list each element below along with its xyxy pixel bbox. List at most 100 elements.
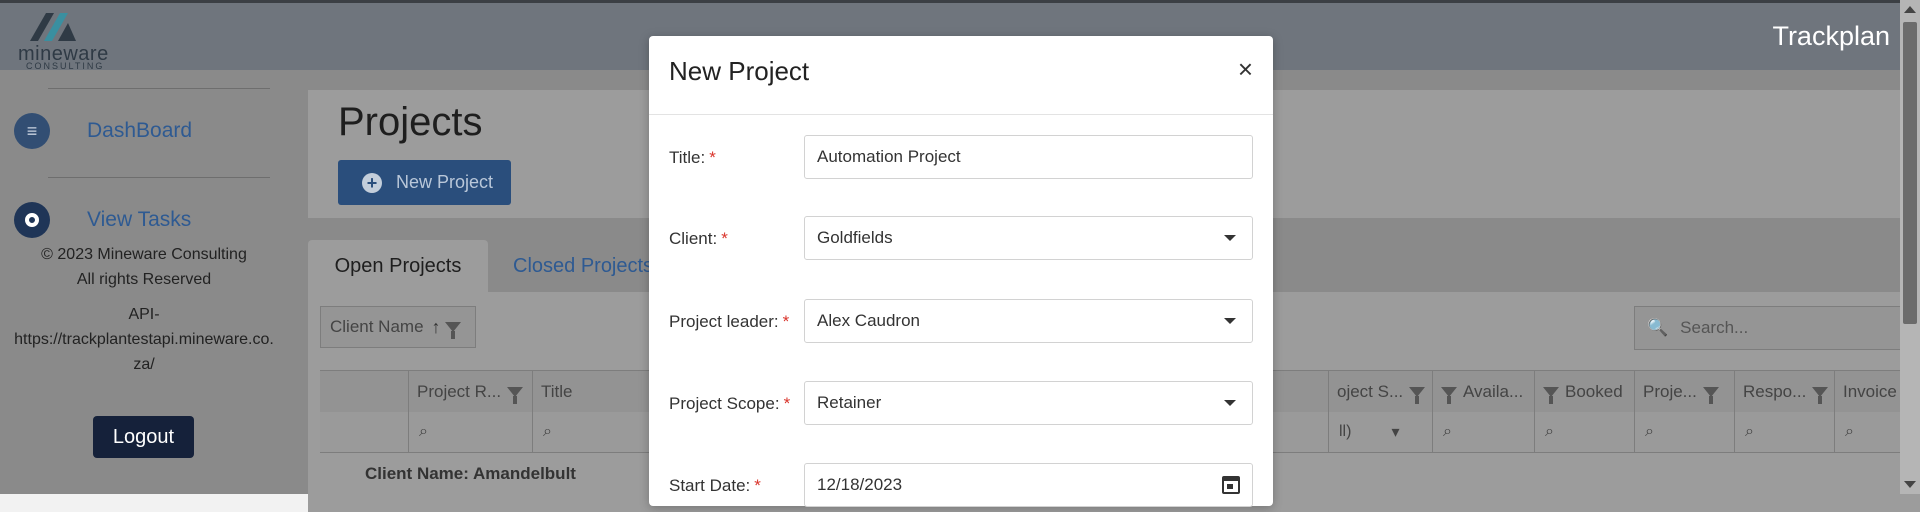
field-value: Automation Project	[817, 147, 961, 166]
page-title: Projects	[338, 100, 483, 144]
field-value: Goldfields	[817, 228, 893, 247]
column-header[interactable]: oject S...	[1328, 371, 1432, 413]
sidebar-item-dashboard[interactable]: ≡ DashBoard	[14, 111, 192, 151]
filter-icon[interactable]	[1543, 387, 1559, 404]
filter-icon[interactable]	[1812, 387, 1829, 404]
client-select[interactable]: Goldfields	[804, 216, 1253, 260]
filter-cell[interactable]: ⌕	[1634, 412, 1734, 452]
filter-select[interactable]: ll) ▾	[1328, 412, 1432, 452]
field-label-text: Title:	[669, 148, 706, 167]
column-header[interactable]: Proje...	[1634, 371, 1734, 413]
search-input[interactable]: 🔍 Search...	[1634, 306, 1920, 350]
project-leader-label: Project leader: *	[669, 312, 789, 332]
field-value: Retainer	[817, 393, 882, 412]
footer-line: © 2023 Mineware Consulting	[41, 246, 247, 263]
sidebar: ≡ DashBoard View Tasks © 2023 Mineware C…	[0, 70, 288, 494]
start-date-label: Start Date: *	[669, 476, 761, 496]
chevron-down-icon: ▾	[1391, 424, 1400, 441]
close-icon[interactable]: ×	[1238, 56, 1253, 82]
column-header[interactable]: Availa...	[1432, 371, 1534, 413]
sidebar-divider	[48, 88, 270, 89]
column-header-label: Title	[541, 382, 573, 401]
search-placeholder: Search...	[1680, 318, 1749, 337]
required-marker: *	[721, 229, 728, 248]
project-leader-select[interactable]: Alex Caudron	[804, 299, 1253, 343]
required-marker: *	[783, 394, 791, 413]
page-scrollbar[interactable]	[1900, 0, 1920, 494]
chevron-down-icon	[1224, 400, 1236, 406]
search-icon: ⌕	[1845, 423, 1854, 440]
filter-select-value: ll)	[1339, 423, 1352, 440]
filter-cell[interactable]: ⌕	[1734, 412, 1834, 452]
filter-cell[interactable]: ⌕	[408, 412, 532, 452]
app-title: Trackplan	[1772, 21, 1890, 51]
sidebar-item-label: DashBoard	[87, 119, 193, 142]
target-icon	[14, 202, 50, 238]
column-header[interactable]: Booked	[1534, 371, 1634, 413]
group-row-label: Client Name: Amandelbult	[365, 464, 576, 483]
modal-header: New Project ×	[649, 36, 1273, 115]
filter-icon[interactable]	[444, 322, 461, 339]
logo-mark-icon	[30, 13, 76, 41]
scroll-down-icon[interactable]	[1904, 481, 1916, 488]
filter-icon[interactable]	[507, 387, 524, 404]
tab-closed-projects[interactable]: Closed Projects	[513, 240, 653, 292]
logout-button[interactable]: Logout	[93, 416, 194, 458]
calendar-icon[interactable]	[1222, 476, 1240, 494]
new-project-button[interactable]: + New Project	[338, 160, 511, 205]
chevron-down-icon	[1224, 235, 1236, 241]
required-marker: *	[782, 312, 790, 331]
menu-icon: ≡	[14, 113, 50, 149]
sort-arrow-icon[interactable]: ↑	[432, 317, 441, 338]
sidebar-item-view-tasks[interactable]: View Tasks	[14, 200, 191, 240]
column-header-label: Proje...	[1643, 382, 1697, 401]
search-icon: ⌕	[1745, 423, 1754, 440]
sidebar-item-label: View Tasks	[87, 208, 192, 231]
footer-line: https://trackplantestapi.mineware.co.	[14, 331, 274, 348]
search-icon: ⌕	[419, 423, 428, 440]
plus-icon: +	[362, 172, 382, 193]
filter-icon[interactable]	[1409, 387, 1426, 404]
column-header-label: oject S...	[1337, 382, 1404, 401]
column-header-label: Project R...	[417, 382, 502, 401]
title-input[interactable]: Automation Project	[804, 135, 1253, 179]
copyright-text: © 2023 Mineware Consulting All rights Re…	[0, 242, 288, 292]
scroll-up-icon[interactable]	[1904, 6, 1916, 13]
project-scope-select[interactable]: Retainer	[804, 381, 1253, 425]
filter-cell[interactable]: ⌕	[1432, 412, 1534, 452]
chevron-down-icon	[1224, 318, 1236, 324]
search-icon: ⌕	[1645, 423, 1654, 440]
start-date-input[interactable]: 12/18/2023	[804, 463, 1253, 507]
project-scope-label: Project Scope: *	[669, 394, 790, 414]
column-header[interactable]: Project R...	[408, 371, 532, 413]
filter-icon[interactable]	[1702, 387, 1719, 404]
column-header-label: Availa...	[1463, 382, 1524, 401]
field-label-text: Project leader:	[669, 312, 779, 331]
group-by-label: Client Name	[330, 317, 424, 336]
mineware-logo[interactable]: mineware CONSULTING	[18, 9, 123, 71]
field-label-text: Start Date:	[669, 476, 751, 495]
new-project-label: New Project	[396, 172, 494, 192]
scroll-thumb[interactable]	[1903, 22, 1917, 324]
sidebar-divider	[48, 177, 270, 178]
footer-line: za/	[133, 356, 155, 373]
column-header-label: Booked	[1565, 382, 1623, 401]
required-marker: *	[754, 476, 761, 495]
field-value: Alex Caudron	[817, 311, 921, 330]
client-label: Client: *	[669, 229, 728, 249]
search-icon: 🔍	[1647, 318, 1669, 337]
new-project-modal: New Project × Title: * Automation Project…	[649, 36, 1273, 507]
modal-title: New Project	[669, 56, 810, 86]
column-header-label: Respo...	[1743, 382, 1807, 401]
field-value: 12/18/2023	[817, 475, 903, 494]
required-marker: *	[709, 148, 716, 167]
filter-icon[interactable]	[1441, 387, 1457, 404]
api-text: API- https://trackplantestapi.mineware.c…	[0, 302, 288, 377]
field-label-text: Project Scope:	[669, 394, 780, 413]
filter-cell[interactable]: ⌕	[1534, 412, 1634, 452]
column-header[interactable]: Respo...	[1734, 371, 1834, 413]
group-by-chip[interactable]: Client Name ↑	[320, 306, 476, 348]
tab-open-projects[interactable]: Open Projects	[308, 240, 488, 292]
footer-line: All rights Reserved	[76, 271, 212, 288]
field-label-text: Client:	[669, 229, 718, 248]
